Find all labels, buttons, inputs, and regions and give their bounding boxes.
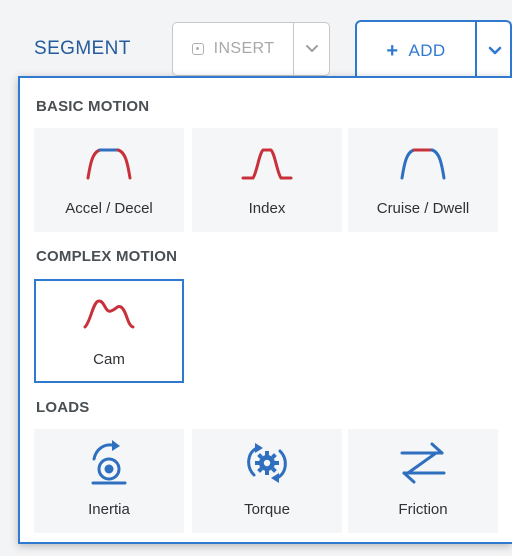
- insert-label: INSERT: [213, 40, 275, 57]
- inertia-icon: [91, 440, 127, 485]
- section-title-complex-motion: COMPLEX MOTION: [36, 248, 178, 265]
- add-label: ADD: [408, 41, 446, 60]
- add-segment-panel: BASIC MOTION Accel / Decel Index Cruise …: [18, 76, 512, 544]
- tile-label: Inertia: [88, 501, 130, 518]
- friction-icon: [400, 442, 446, 484]
- accel-decel-icon: [86, 148, 132, 180]
- section-title-loads: LOADS: [36, 399, 90, 416]
- add-dropdown-button[interactable]: [477, 22, 512, 80]
- cruise-dwell-icon: [400, 148, 446, 180]
- tile-cam[interactable]: Cam: [34, 279, 184, 383]
- section-title-basic-motion: BASIC MOTION: [36, 98, 150, 115]
- tile-index[interactable]: Index: [192, 128, 342, 232]
- add-button-group: + ADD: [355, 20, 512, 80]
- tile-label: Accel / Decel: [65, 200, 153, 217]
- index-icon: [241, 148, 293, 180]
- segment-editor: SEGMENT INSERT + ADD BASIC MOTION Accel …: [0, 0, 512, 556]
- tile-inertia[interactable]: Inertia: [34, 429, 184, 533]
- segment-label: SEGMENT: [34, 38, 131, 59]
- tile-label: Friction: [398, 501, 448, 518]
- chevron-down-icon: [305, 45, 318, 52]
- torque-icon: [247, 443, 287, 483]
- tile-friction[interactable]: Friction: [348, 429, 498, 533]
- tile-accel-decel[interactable]: Accel / Decel: [34, 128, 184, 232]
- insert-button-group: INSERT: [172, 22, 330, 76]
- insert-button[interactable]: INSERT: [173, 23, 294, 75]
- add-button[interactable]: + ADD: [357, 22, 477, 80]
- cam-icon: [83, 299, 135, 329]
- tile-label: Index: [248, 200, 286, 217]
- tile-label: Cruise / Dwell: [376, 200, 470, 217]
- tile-label: Cam: [93, 351, 125, 368]
- chevron-down-icon: [488, 46, 501, 55]
- plus-icon: +: [386, 40, 399, 62]
- tile-label: Torque: [244, 501, 290, 518]
- tile-cruise-dwell[interactable]: Cruise / Dwell: [348, 128, 498, 232]
- tile-torque[interactable]: Torque: [192, 429, 342, 533]
- insert-icon: [191, 43, 204, 55]
- insert-dropdown-button[interactable]: [294, 23, 329, 75]
